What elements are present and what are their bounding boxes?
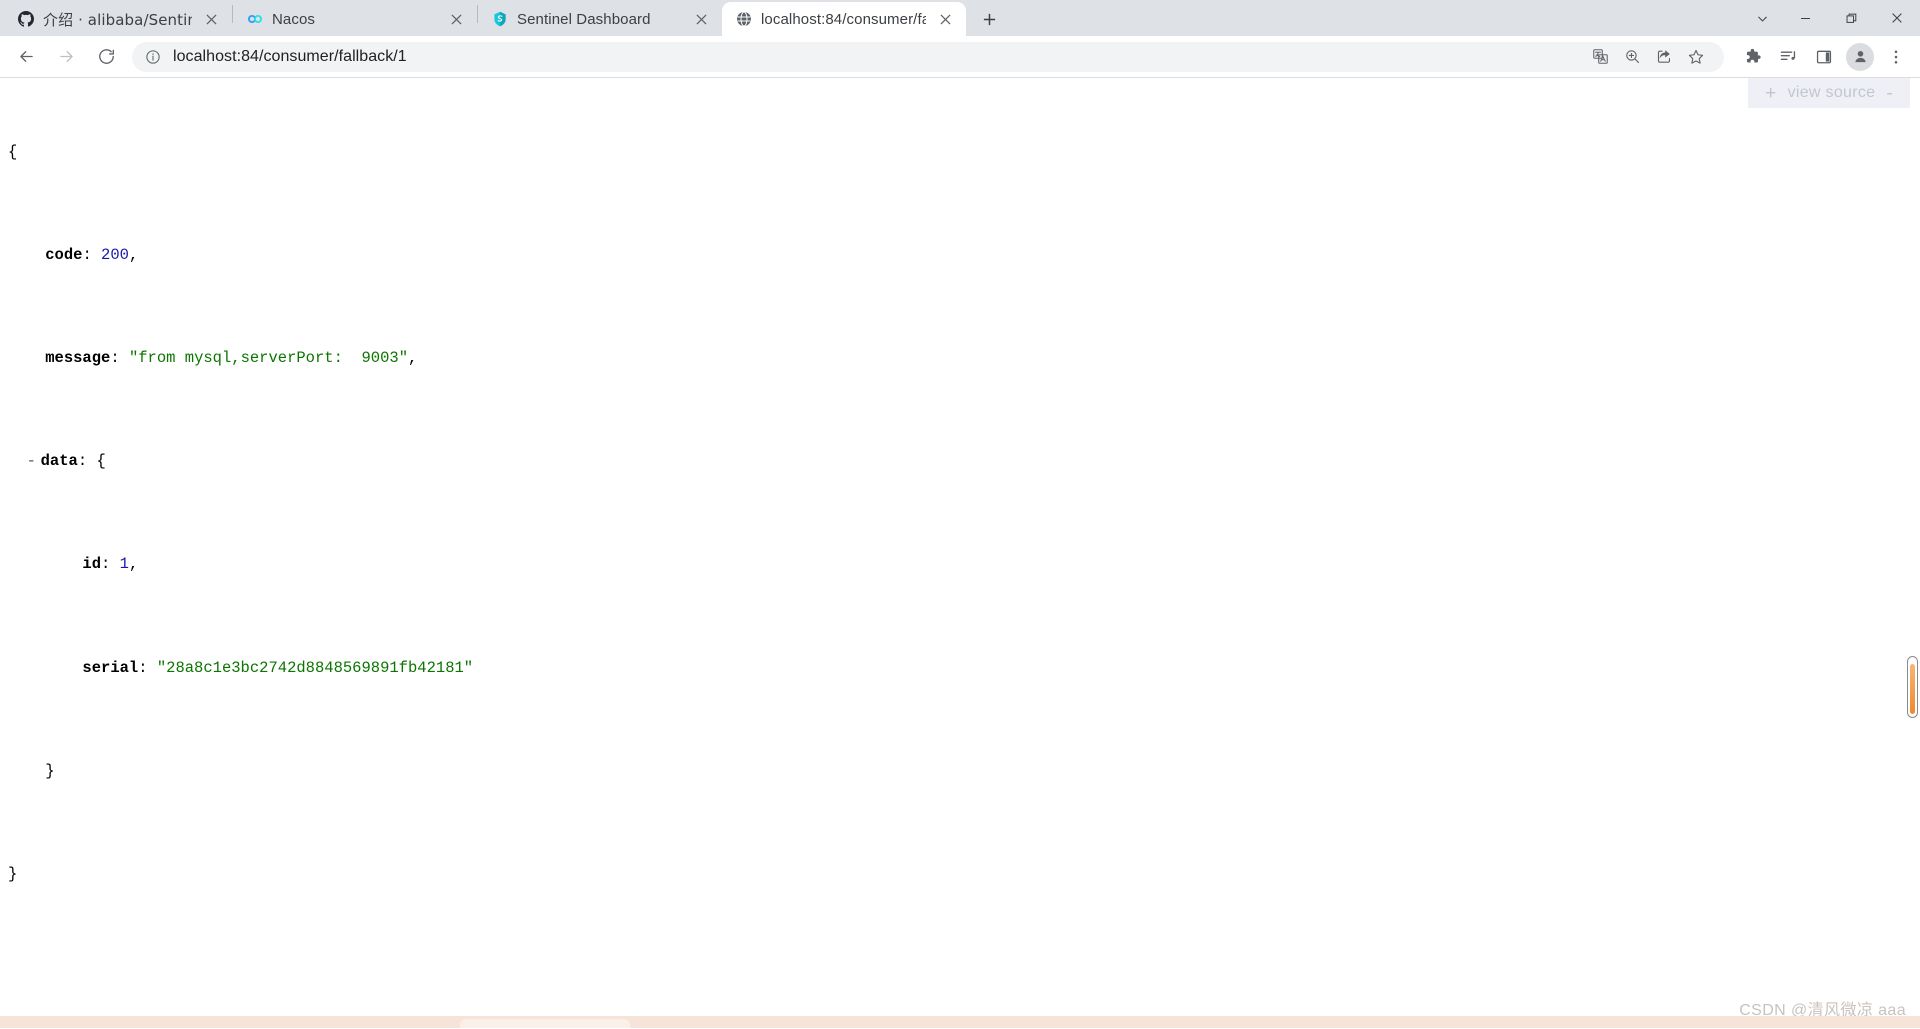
json-row-code: code: 200,	[45, 245, 139, 264]
json-open-brace: {	[8, 142, 18, 161]
nacos-icon	[247, 11, 263, 27]
media-playlist-icon[interactable]	[1772, 41, 1804, 73]
view-source-widget[interactable]: + view source -	[1748, 78, 1910, 108]
omnibox-actions	[1572, 43, 1710, 71]
back-button[interactable]	[9, 40, 43, 74]
json-value: {	[96, 452, 106, 471]
tab-strip: 介绍 · alibaba/Sentinel Wiki Nacos Sentine…	[0, 0, 1920, 36]
json-trailing: ,	[128, 245, 139, 264]
translate-icon[interactable]	[1586, 43, 1614, 71]
globe-icon	[736, 11, 752, 27]
json-value: 200	[101, 245, 129, 264]
json-key: serial	[82, 658, 139, 677]
json-key: data	[40, 452, 78, 471]
tab-close-button[interactable]	[934, 8, 956, 30]
side-panel-icon[interactable]	[1808, 41, 1840, 73]
expand-all-button[interactable]: +	[1756, 84, 1785, 103]
page-content: + view source - { code: 200, message: "f…	[0, 78, 1920, 1028]
address-bar[interactable]: localhost:84/consumer/fallback/1	[132, 41, 1724, 72]
tab-close-button[interactable]	[445, 8, 467, 30]
tab-label: Sentinel Dashboard	[517, 10, 651, 28]
new-tab-button[interactable]	[972, 4, 1006, 34]
collapse-toggle-icon[interactable]: -	[27, 449, 41, 475]
tab-sentinel-dashboard[interactable]: Sentinel Dashboard	[478, 2, 722, 36]
tab-close-button[interactable]	[200, 8, 222, 30]
site-info-icon[interactable]	[144, 48, 162, 66]
json-key: id	[82, 555, 102, 574]
json-row-data: - data: {	[8, 449, 1920, 475]
view-source-label[interactable]: view source	[1786, 84, 1878, 102]
close-icon[interactable]	[1874, 0, 1920, 36]
json-row-serial: serial: "28a8c1e3bc2742d8848569891fb4218…	[82, 658, 474, 677]
collapse-all-button[interactable]: -	[1877, 84, 1902, 103]
json-viewer: { code: 200, message: "from mysql,server…	[0, 78, 1920, 939]
json-value: }	[45, 761, 55, 780]
share-icon[interactable]	[1650, 43, 1678, 71]
scrollbar-thumb[interactable]	[1907, 656, 1918, 718]
restore-icon[interactable]	[1828, 0, 1874, 36]
json-row-id: id: 1,	[82, 555, 139, 574]
json-value: "28a8c1e3bc2742d8848569891fb42181"	[156, 658, 474, 677]
url-text: localhost:84/consumer/fallback/1	[173, 47, 407, 65]
json-row-data-close: }	[8, 759, 1920, 785]
github-icon	[18, 11, 34, 27]
tab-localhost-consumer-fallback[interactable]: localhost:84/consumer/fallbac	[722, 2, 966, 36]
avatar	[1846, 42, 1874, 71]
reload-button[interactable]	[89, 40, 123, 74]
sentinel-icon	[492, 11, 508, 27]
browser-toolbar: localhost:84/consumer/fallback/1	[0, 36, 1920, 78]
json-close-brace: }	[8, 864, 18, 883]
json-row-message: message: "from mysql,serverPort: 9003",	[45, 348, 418, 367]
extensions-puzzle-icon[interactable]	[1736, 41, 1768, 73]
json-trailing: ,	[408, 348, 418, 367]
profile-avatar[interactable]	[1844, 41, 1876, 73]
tab-close-button[interactable]	[690, 8, 712, 30]
tab-label: Nacos	[272, 10, 316, 28]
json-value: "from mysql,serverPort: 9003"	[128, 348, 408, 367]
window-controls	[1742, 0, 1920, 36]
json-value: 1	[119, 555, 129, 574]
minimize-icon[interactable]	[1782, 0, 1828, 36]
tab-label: 介绍 · alibaba/Sentinel Wiki	[43, 10, 192, 29]
forward-button[interactable]	[49, 40, 83, 74]
tab-sentinel-wiki[interactable]: 介绍 · alibaba/Sentinel Wiki	[4, 2, 232, 36]
chevron-down-icon[interactable]	[1742, 0, 1782, 36]
tab-nacos[interactable]: Nacos	[233, 2, 477, 36]
json-key: code	[45, 245, 83, 264]
json-trailing: ,	[128, 555, 139, 574]
bookmark-star-icon[interactable]	[1682, 43, 1710, 71]
tab-label: localhost:84/consumer/fallbac	[761, 10, 926, 28]
zoom-icon[interactable]	[1618, 43, 1646, 71]
json-key: message	[45, 348, 111, 367]
chrome-menu-icon[interactable]	[1880, 41, 1912, 73]
bottom-strip	[0, 1016, 1920, 1028]
